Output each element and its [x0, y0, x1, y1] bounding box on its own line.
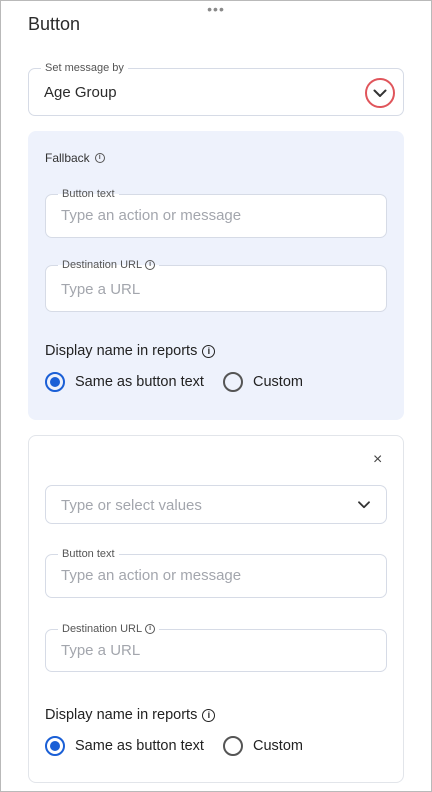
fallback-display-name-label-text: Display name in reports [45, 343, 198, 359]
rule-destination-url-legend: Destination URL i [58, 623, 160, 635]
rule-display-name-label: Display name in reports i [45, 707, 216, 723]
values-select[interactable]: Type or select values [45, 485, 387, 524]
button-config-panel: ••• Button Set message by Age Group Fall… [0, 0, 432, 792]
set-message-by-value: Age Group [44, 84, 117, 101]
rule-destination-url-legend-text: Destination URL [62, 623, 143, 635]
fallback-card: Fallback i Button text Type an action or… [28, 131, 404, 420]
set-message-by-select[interactable]: Set message by Age Group [28, 62, 404, 116]
radio-checked-icon[interactable] [45, 736, 65, 756]
radio-unchecked-icon[interactable] [223, 372, 243, 392]
fallback-button-text-field[interactable]: Button text Type an action or message [45, 188, 387, 238]
info-icon[interactable]: i [145, 260, 156, 270]
rule-destination-url-field[interactable]: Destination URL i Type a URL [45, 623, 387, 672]
chevron-down-icon[interactable] [365, 78, 395, 108]
fallback-display-name-label: Display name in reports i [45, 343, 216, 359]
fallback-label: Fallback i [45, 151, 105, 165]
fallback-radio-same-label: Same as button text [75, 374, 204, 390]
rule-button-text-placeholder: Type an action or message [61, 567, 242, 584]
close-icon[interactable]: × [373, 451, 382, 469]
chevron-down-icon[interactable] [358, 501, 370, 509]
panel-title: Button [28, 14, 81, 34]
fallback-destination-url-legend-text: Destination URL [62, 259, 143, 271]
radio-checked-icon[interactable] [45, 372, 65, 392]
info-icon[interactable]: i [202, 344, 216, 358]
set-message-by-legend: Set message by [41, 62, 128, 74]
rule-card: × Type or select values Button text Type… [28, 435, 404, 783]
fallback-radio-same[interactable]: Same as button text [45, 372, 204, 392]
fallback-label-text: Fallback [45, 151, 90, 165]
info-icon[interactable]: i [202, 708, 216, 722]
drag-handle-icon[interactable]: ••• [206, 2, 226, 16]
fallback-destination-url-field[interactable]: Destination URL i Type a URL [45, 259, 387, 312]
fallback-button-text-placeholder: Type an action or message [61, 207, 242, 224]
fallback-button-text-legend: Button text [58, 188, 119, 200]
rule-destination-url-placeholder: Type a URL [61, 642, 141, 659]
fallback-radio-custom-label: Custom [253, 374, 303, 390]
values-select-placeholder: Type or select values [61, 497, 202, 514]
rule-radio-same-label: Same as button text [75, 738, 204, 754]
rule-radio-custom-label: Custom [253, 738, 303, 754]
rule-radio-same[interactable]: Same as button text [45, 736, 204, 756]
rule-button-text-legend: Button text [58, 548, 119, 560]
rule-radio-custom[interactable]: Custom [223, 736, 303, 756]
rule-display-name-label-text: Display name in reports [45, 707, 198, 723]
rule-button-text-field[interactable]: Button text Type an action or message [45, 548, 387, 598]
fallback-destination-url-legend: Destination URL i [58, 259, 160, 271]
fallback-radio-custom[interactable]: Custom [223, 372, 303, 392]
info-icon[interactable]: i [94, 153, 105, 163]
fallback-destination-url-placeholder: Type a URL [61, 281, 141, 298]
radio-unchecked-icon[interactable] [223, 736, 243, 756]
info-icon[interactable]: i [145, 624, 156, 634]
